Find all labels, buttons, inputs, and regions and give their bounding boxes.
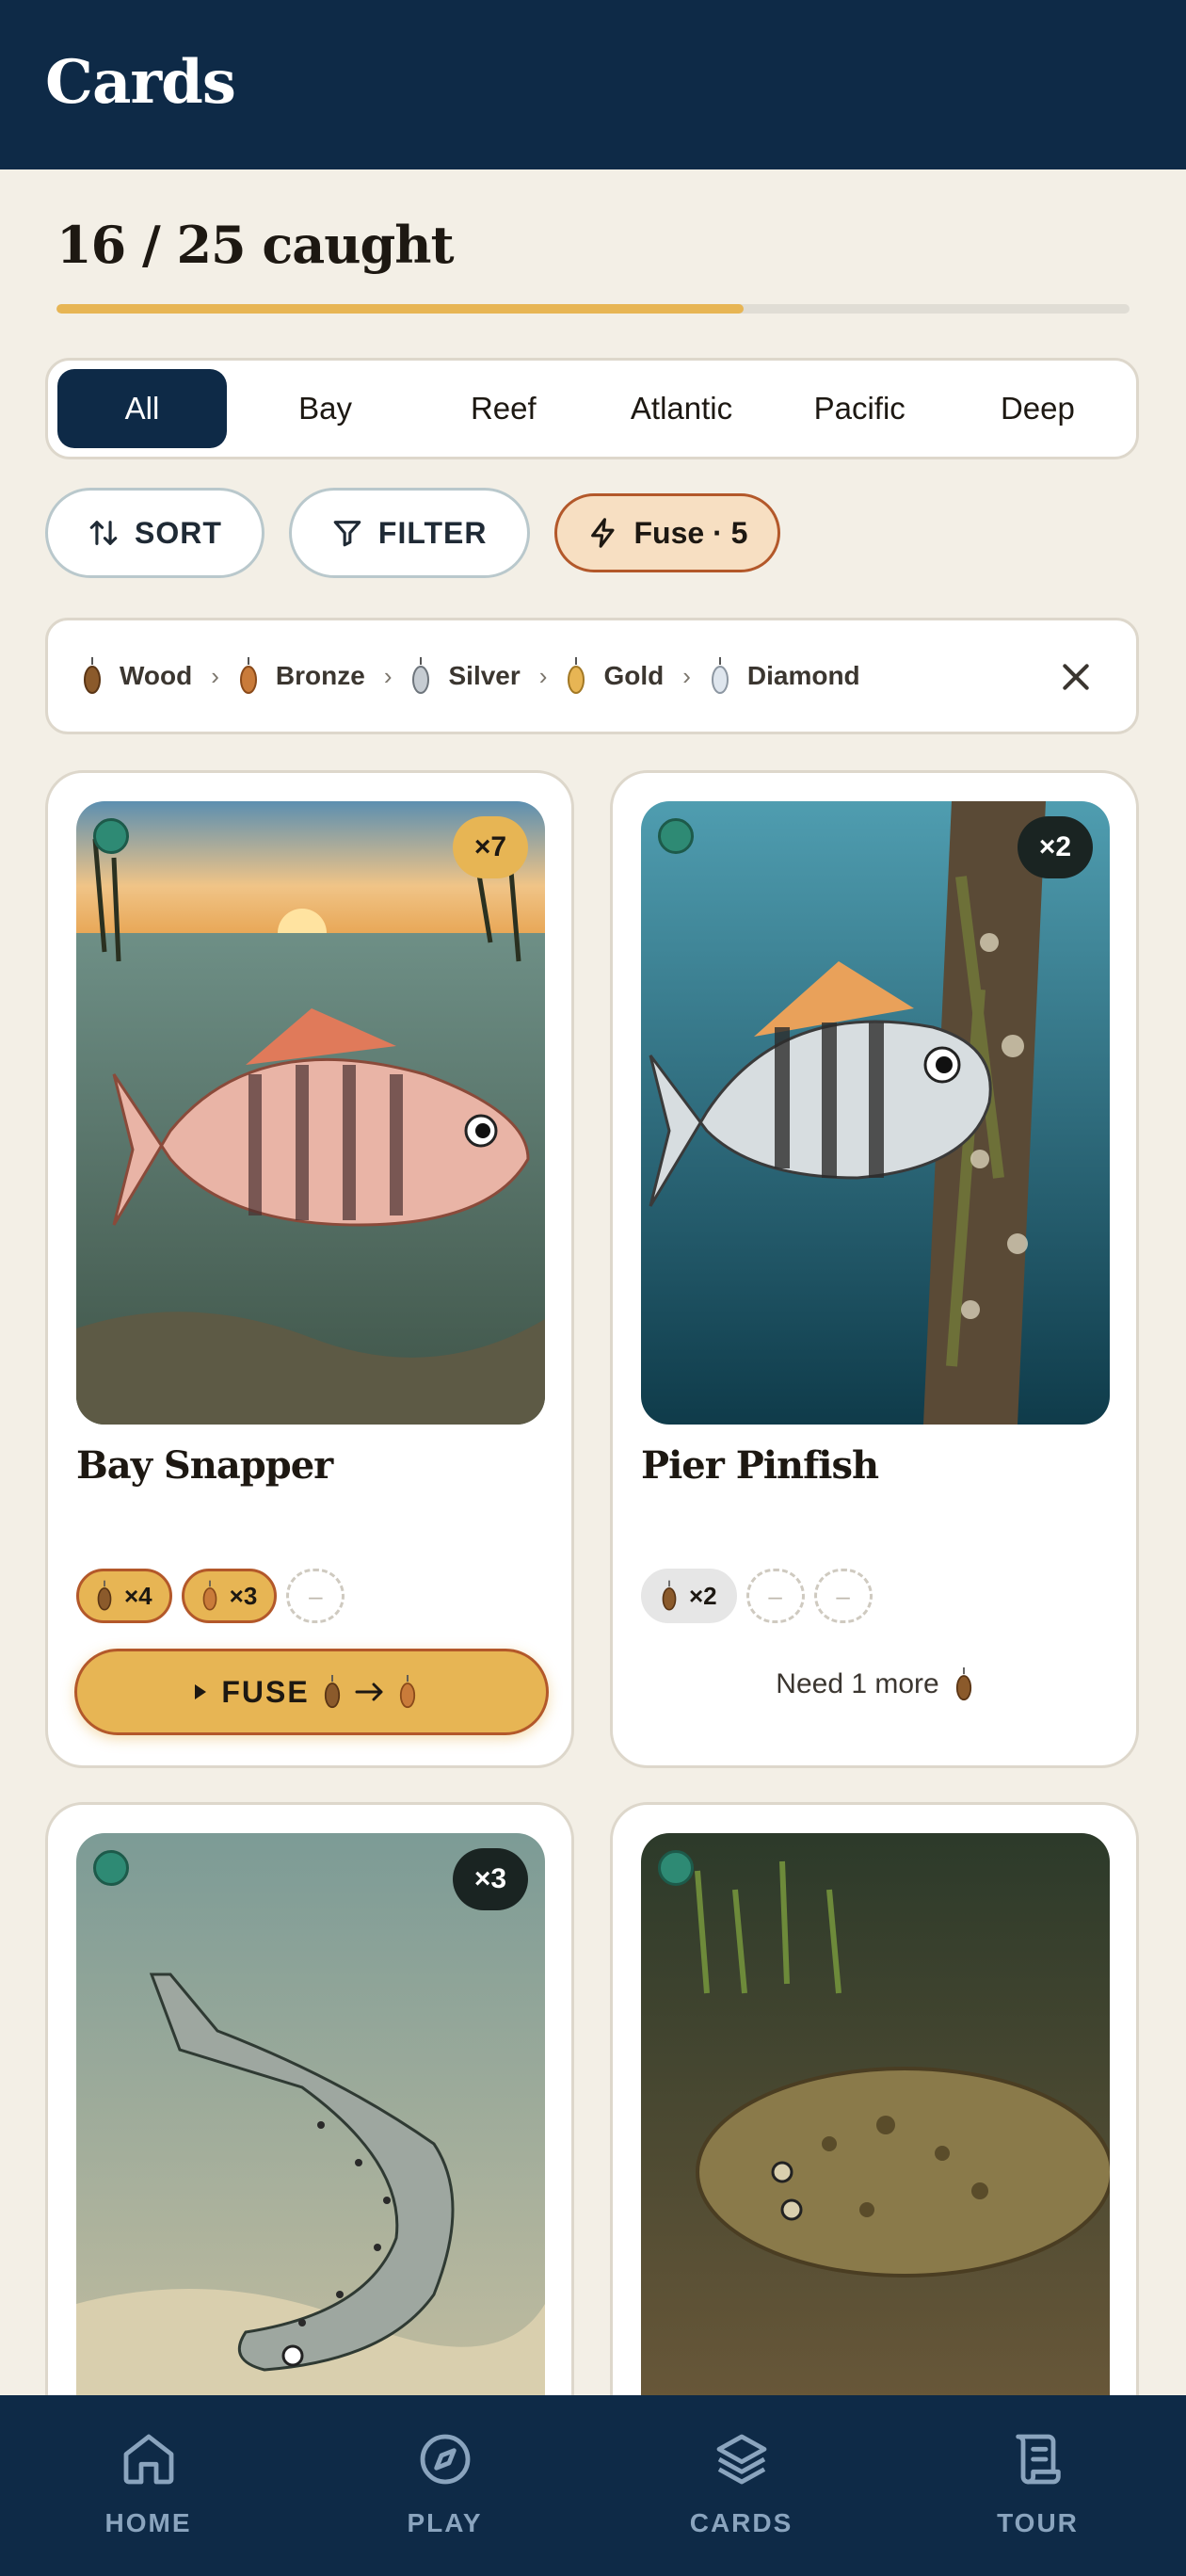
nav-label: TOUR [997,2508,1079,2537]
tab-atlantic[interactable]: Atlantic [592,369,770,448]
bottom-nav: HOME PLAY CARDS TOUR [0,2395,1186,2576]
tier-label: Diamond [746,661,860,690]
fuse-label: FUSE [221,1674,310,1709]
nav-cards[interactable]: CARDS [593,2395,890,2576]
compass-icon [420,2434,470,2485]
fish-card-pier-pinfish[interactable]: ×2 Pier Pinfish ×2 – – Need 1 more [610,770,1139,1768]
bronze-lure-icon [399,1675,415,1709]
tier-chip-row: ×4 ×3 – [76,1569,345,1623]
tier-wood: Wood [82,657,192,695]
chevron-right-icon: › [211,661,219,690]
tier-chip-empty: – [813,1569,873,1623]
region-dot [658,1850,694,1886]
progress-fill [56,304,744,314]
nav-tour[interactable]: TOUR [890,2395,1186,2576]
arrow-right-icon [355,1682,383,1701]
tier-label: Wood [120,661,193,690]
tier-diamond: Diamond [710,657,860,695]
nav-home[interactable]: HOME [0,2395,296,2576]
card-name: Bay Snapper [76,1443,333,1488]
card-count-badge: ×7 [453,816,528,878]
tier-gold: Gold [566,657,664,695]
card-count-badge: ×2 [1018,816,1093,878]
close-icon[interactable] [1057,658,1095,696]
region-dot [93,1850,129,1886]
tier-chip-empty: – [286,1569,345,1623]
filter-icon [333,521,361,547]
progress-label: 16 / 25 caught [56,215,455,275]
chevron-right-icon: › [383,661,393,690]
region-tabs: All Bay Reef Atlantic Pacific Deep [45,358,1139,459]
page-title: Cards [45,47,236,118]
nav-play[interactable]: PLAY [296,2395,593,2576]
region-dot [658,818,694,854]
wood-lure-icon [324,1675,340,1709]
fish-illustration: ×2 [641,801,1110,1425]
tier-label: Gold [603,661,665,690]
fish-card-trout[interactable]: ×3 [45,1802,574,2480]
tab-reef[interactable]: Reef [414,369,592,448]
tier-bronze: Bronze [238,657,365,695]
chip-count: ×3 [229,1581,258,1610]
filter-label: FILTER [377,515,488,550]
tier-chip-bronze: ×3 [181,1569,278,1623]
bronze-lure-icon [239,657,257,694]
top-bar: Cards [0,0,1186,169]
tier-chip-wood: ×4 [76,1569,172,1623]
tab-bay[interactable]: Bay [236,369,414,448]
home-icon [123,2434,173,2485]
chip-count: ×2 [689,1581,717,1610]
tier-label: Silver [448,661,521,690]
tier-chip-empty: – [745,1569,805,1623]
need-more-hint: Need 1 more [613,1667,1136,1701]
fish-card-bay-snapper[interactable]: ×7 Bay Snapper ×4 ×3 – FUSE [45,770,574,1768]
fuse-button[interactable]: FUSE [74,1649,549,1735]
sort-label: SORT [135,515,222,550]
tier-silver: Silver [410,657,521,695]
nav-label: HOME [104,2508,192,2537]
wood-lure-icon [97,1580,112,1611]
scroll-icon [1015,2434,1061,2485]
card-name: Pier Pinfish [641,1443,879,1488]
fish-illustration [641,1833,1110,2456]
tier-chip-wood: ×2 [641,1569,737,1623]
card-count-badge: ×3 [453,1848,528,1910]
chip-count: ×4 [124,1581,152,1610]
sort-button[interactable]: SORT [45,488,264,578]
action-row: SORT FILTER Fuse · 5 [45,488,781,578]
fish-illustration: ×3 [76,1833,545,2456]
bronze-lure-icon [202,1580,217,1611]
nav-label: CARDS [689,2508,793,2537]
tier-label: Bronze [275,661,365,690]
fish-illustration: ×7 [76,801,545,1425]
layers-icon [716,2434,766,2485]
silver-lure-icon [412,657,430,694]
play-arrow-icon [195,1684,207,1699]
wood-lure-icon [662,1580,677,1611]
lightning-icon [590,518,614,548]
fuse-mode-button[interactable]: Fuse · 5 [553,493,781,572]
tab-all[interactable]: All [57,369,227,448]
tier-chip-row: ×2 – – [641,1569,873,1623]
filter-button[interactable]: FILTER [288,488,530,578]
need-more-label: Need 1 more [776,1668,939,1699]
gold-lure-icon [568,657,585,694]
tier-legend: Wood › Bronze › Silver › Gold › Diamond [45,618,1139,734]
fuse-mode-label: Fuse · 5 [633,515,748,550]
tab-pacific[interactable]: Pacific [771,369,949,448]
chevron-right-icon: › [682,661,691,690]
wood-lure-icon [84,657,101,694]
diamond-lure-icon [711,657,729,694]
region-dot [93,818,129,854]
chevron-right-icon: › [538,661,548,690]
wood-lure-icon [955,1667,971,1701]
progress-bar [56,304,1130,314]
sort-icon [89,521,118,545]
fish-card-flounder[interactable] [610,1802,1139,2480]
tab-deep[interactable]: Deep [949,369,1127,448]
nav-label: PLAY [407,2508,483,2537]
